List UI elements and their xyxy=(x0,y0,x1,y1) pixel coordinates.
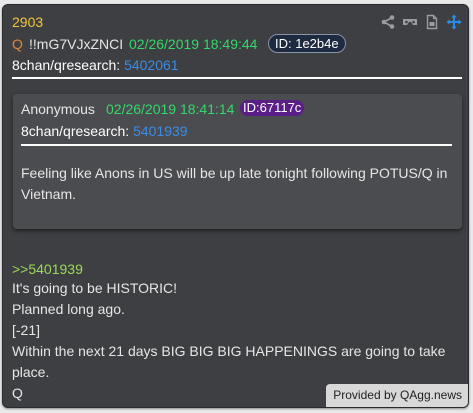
quoted-author: Anonymous xyxy=(21,101,95,117)
document-icon[interactable] xyxy=(424,14,440,30)
quoted-board-label: 8chan/qresearch: xyxy=(21,123,130,139)
quoted-board: 8chan/qresearch: 5401939 xyxy=(21,123,188,139)
divider xyxy=(12,77,462,79)
reply-reference-link[interactable]: >>5401939 xyxy=(12,261,83,277)
provided-by-label: Provided by QAgg.news xyxy=(326,384,468,407)
board-label: 8chan/qresearch: xyxy=(12,57,121,73)
post-line: [-21] xyxy=(12,322,41,338)
quoted-id-badge: ID:67117c xyxy=(240,100,305,116)
post-date: 02/26/2019 18:49:44 xyxy=(129,36,258,52)
quoted-post-link[interactable]: 5401939 xyxy=(133,123,188,139)
quoted-divider xyxy=(21,144,452,146)
post-number: 2903 xyxy=(12,14,44,30)
quoted-date: 02/26/2019 18:41:14 xyxy=(106,101,235,117)
post-id-badge: ID: 1e2b4e xyxy=(268,34,346,53)
q-post-card: 2903 Q !!mG7VJxZNCI 02/26/2019 18:49:44 … xyxy=(2,4,469,408)
post-line: It's going to be HISTORIC! xyxy=(12,280,178,296)
post-board: 8chan/qresearch: 5402061 xyxy=(12,57,179,73)
q-marker: Q xyxy=(12,36,23,52)
post-actions xyxy=(380,13,462,31)
quoted-text: Feeling like Anons in US will be up late… xyxy=(21,165,448,202)
post-link[interactable]: 5402061 xyxy=(124,57,179,73)
vr-icon[interactable] xyxy=(402,14,418,30)
share-icon[interactable] xyxy=(380,14,396,30)
post-line: Within the next 21 days BIG BIG BIG HAPP… xyxy=(12,343,446,359)
move-icon[interactable] xyxy=(446,14,462,30)
post-line: Planned long ago. xyxy=(12,301,125,317)
post-line: place. xyxy=(12,364,50,380)
quoted-post: Anonymous 02/26/2019 18:41:14 ID:67117c … xyxy=(13,94,462,229)
tripcode: !!mG7VJxZNCI xyxy=(29,36,124,52)
